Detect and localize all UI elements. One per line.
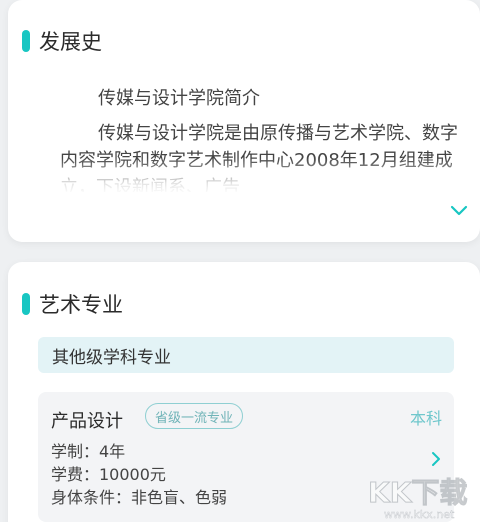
intro-title: 传媒与设计学院简介: [98, 88, 260, 109]
major-tuition: 学费：10000元: [51, 465, 166, 484]
chevron-down-icon: [450, 205, 468, 216]
intro-text: 传媒与设计学院是由原传播与艺术学院、数字内容学院和数字艺术制作中心2008年12…: [60, 123, 458, 192]
major-requirement: 身体条件：非色盲、色弱: [51, 488, 228, 507]
majors-header: 艺术专业: [22, 289, 123, 319]
chevron-right-icon: [432, 452, 440, 466]
history-title: 发展史: [39, 30, 102, 54]
major-level: 本科: [409, 409, 442, 428]
section-marker: [22, 30, 30, 52]
majors-card: 艺术专业 其他级学科专业 产品设计 省级一流专业 本科 学制：4年 学费：100…: [8, 262, 480, 522]
section-marker: [22, 293, 30, 315]
major-arrow-button[interactable]: [426, 447, 446, 471]
major-item[interactable]: 产品设计 省级一流专业 本科 学制：4年 学费：10000元 身体条件：非色盲、…: [38, 392, 454, 522]
category-label: 其他级学科专业: [38, 337, 454, 373]
history-card: 发展史 传媒与设计学院简介 传媒与设计学院是由原传播与艺术学院、数字内容学院和数…: [8, 0, 480, 242]
majors-title: 艺术专业: [39, 293, 123, 317]
page: 发展史 传媒与设计学院简介 传媒与设计学院是由原传播与艺术学院、数字内容学院和数…: [0, 0, 480, 522]
history-header: 发展史: [22, 26, 102, 56]
expand-button[interactable]: [446, 198, 472, 224]
major-tag-badge: 省级一流专业: [145, 403, 244, 429]
major-name: 产品设计: [51, 411, 123, 432]
major-duration: 学制：4年: [51, 442, 126, 461]
